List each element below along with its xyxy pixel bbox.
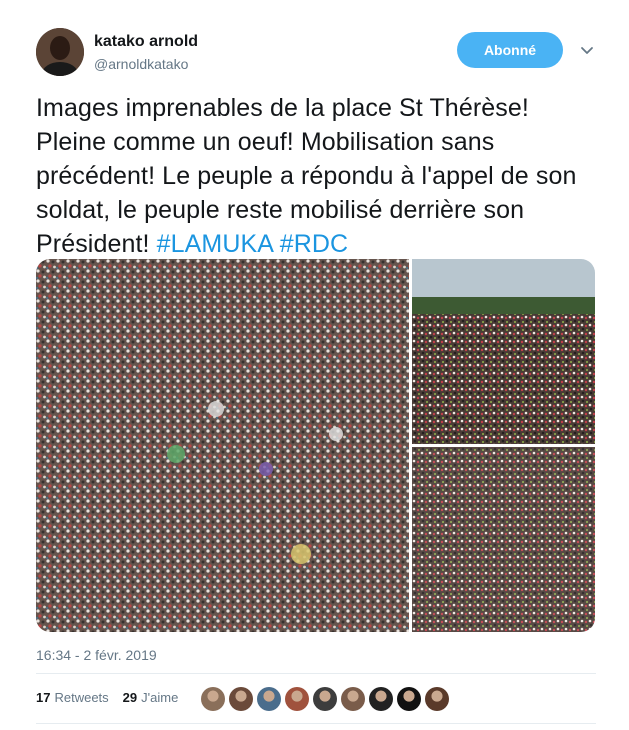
- tweet-text: Images imprenables de la place St Thérès…: [36, 91, 596, 261]
- tweet-timestamp[interactable]: 16:34 - 2 févr. 2019: [36, 647, 157, 663]
- retweets-label: Retweets: [54, 690, 109, 705]
- liker-avatar[interactable]: [397, 687, 421, 711]
- likes-stat[interactable]: 29 J'aime: [123, 690, 179, 705]
- author-handle[interactable]: @arnoldkatako: [94, 56, 188, 72]
- retweets-count: 17: [36, 690, 51, 705]
- crowd-aerial-photo-2[interactable]: [412, 259, 595, 444]
- likers-avatars: [201, 687, 453, 711]
- author-name[interactable]: katako arnold: [94, 33, 198, 51]
- liker-avatar[interactable]: [341, 687, 365, 711]
- liker-avatar[interactable]: [285, 687, 309, 711]
- retweets-stat[interactable]: 17 Retweets: [36, 690, 109, 705]
- likes-label: J'aime: [141, 690, 179, 705]
- user-avatar-photo: [36, 28, 84, 76]
- liker-avatar[interactable]: [313, 687, 337, 711]
- likes-count: 29: [122, 690, 138, 705]
- liker-avatar[interactable]: [257, 687, 281, 711]
- liker-avatar[interactable]: [369, 687, 393, 711]
- liker-avatar[interactable]: [229, 687, 253, 711]
- chevron-down-icon[interactable]: [579, 42, 595, 58]
- liker-avatar[interactable]: [425, 687, 449, 711]
- hashtag-rdc[interactable]: #RDC: [280, 230, 348, 258]
- divider: [36, 723, 596, 724]
- crowd-aerial-photo-1[interactable]: [36, 259, 409, 632]
- tweet-media: [36, 259, 595, 632]
- divider: [36, 673, 596, 674]
- tweet-stats: 17 Retweets 29 J'aime: [36, 690, 192, 705]
- author-avatar[interactable]: [36, 28, 84, 76]
- hashtag-lamuka[interactable]: #LAMUKA: [157, 230, 273, 258]
- liker-avatar[interactable]: [201, 687, 225, 711]
- follow-button[interactable]: Abonné: [457, 32, 563, 68]
- crowd-aerial-photo-3[interactable]: [412, 447, 595, 632]
